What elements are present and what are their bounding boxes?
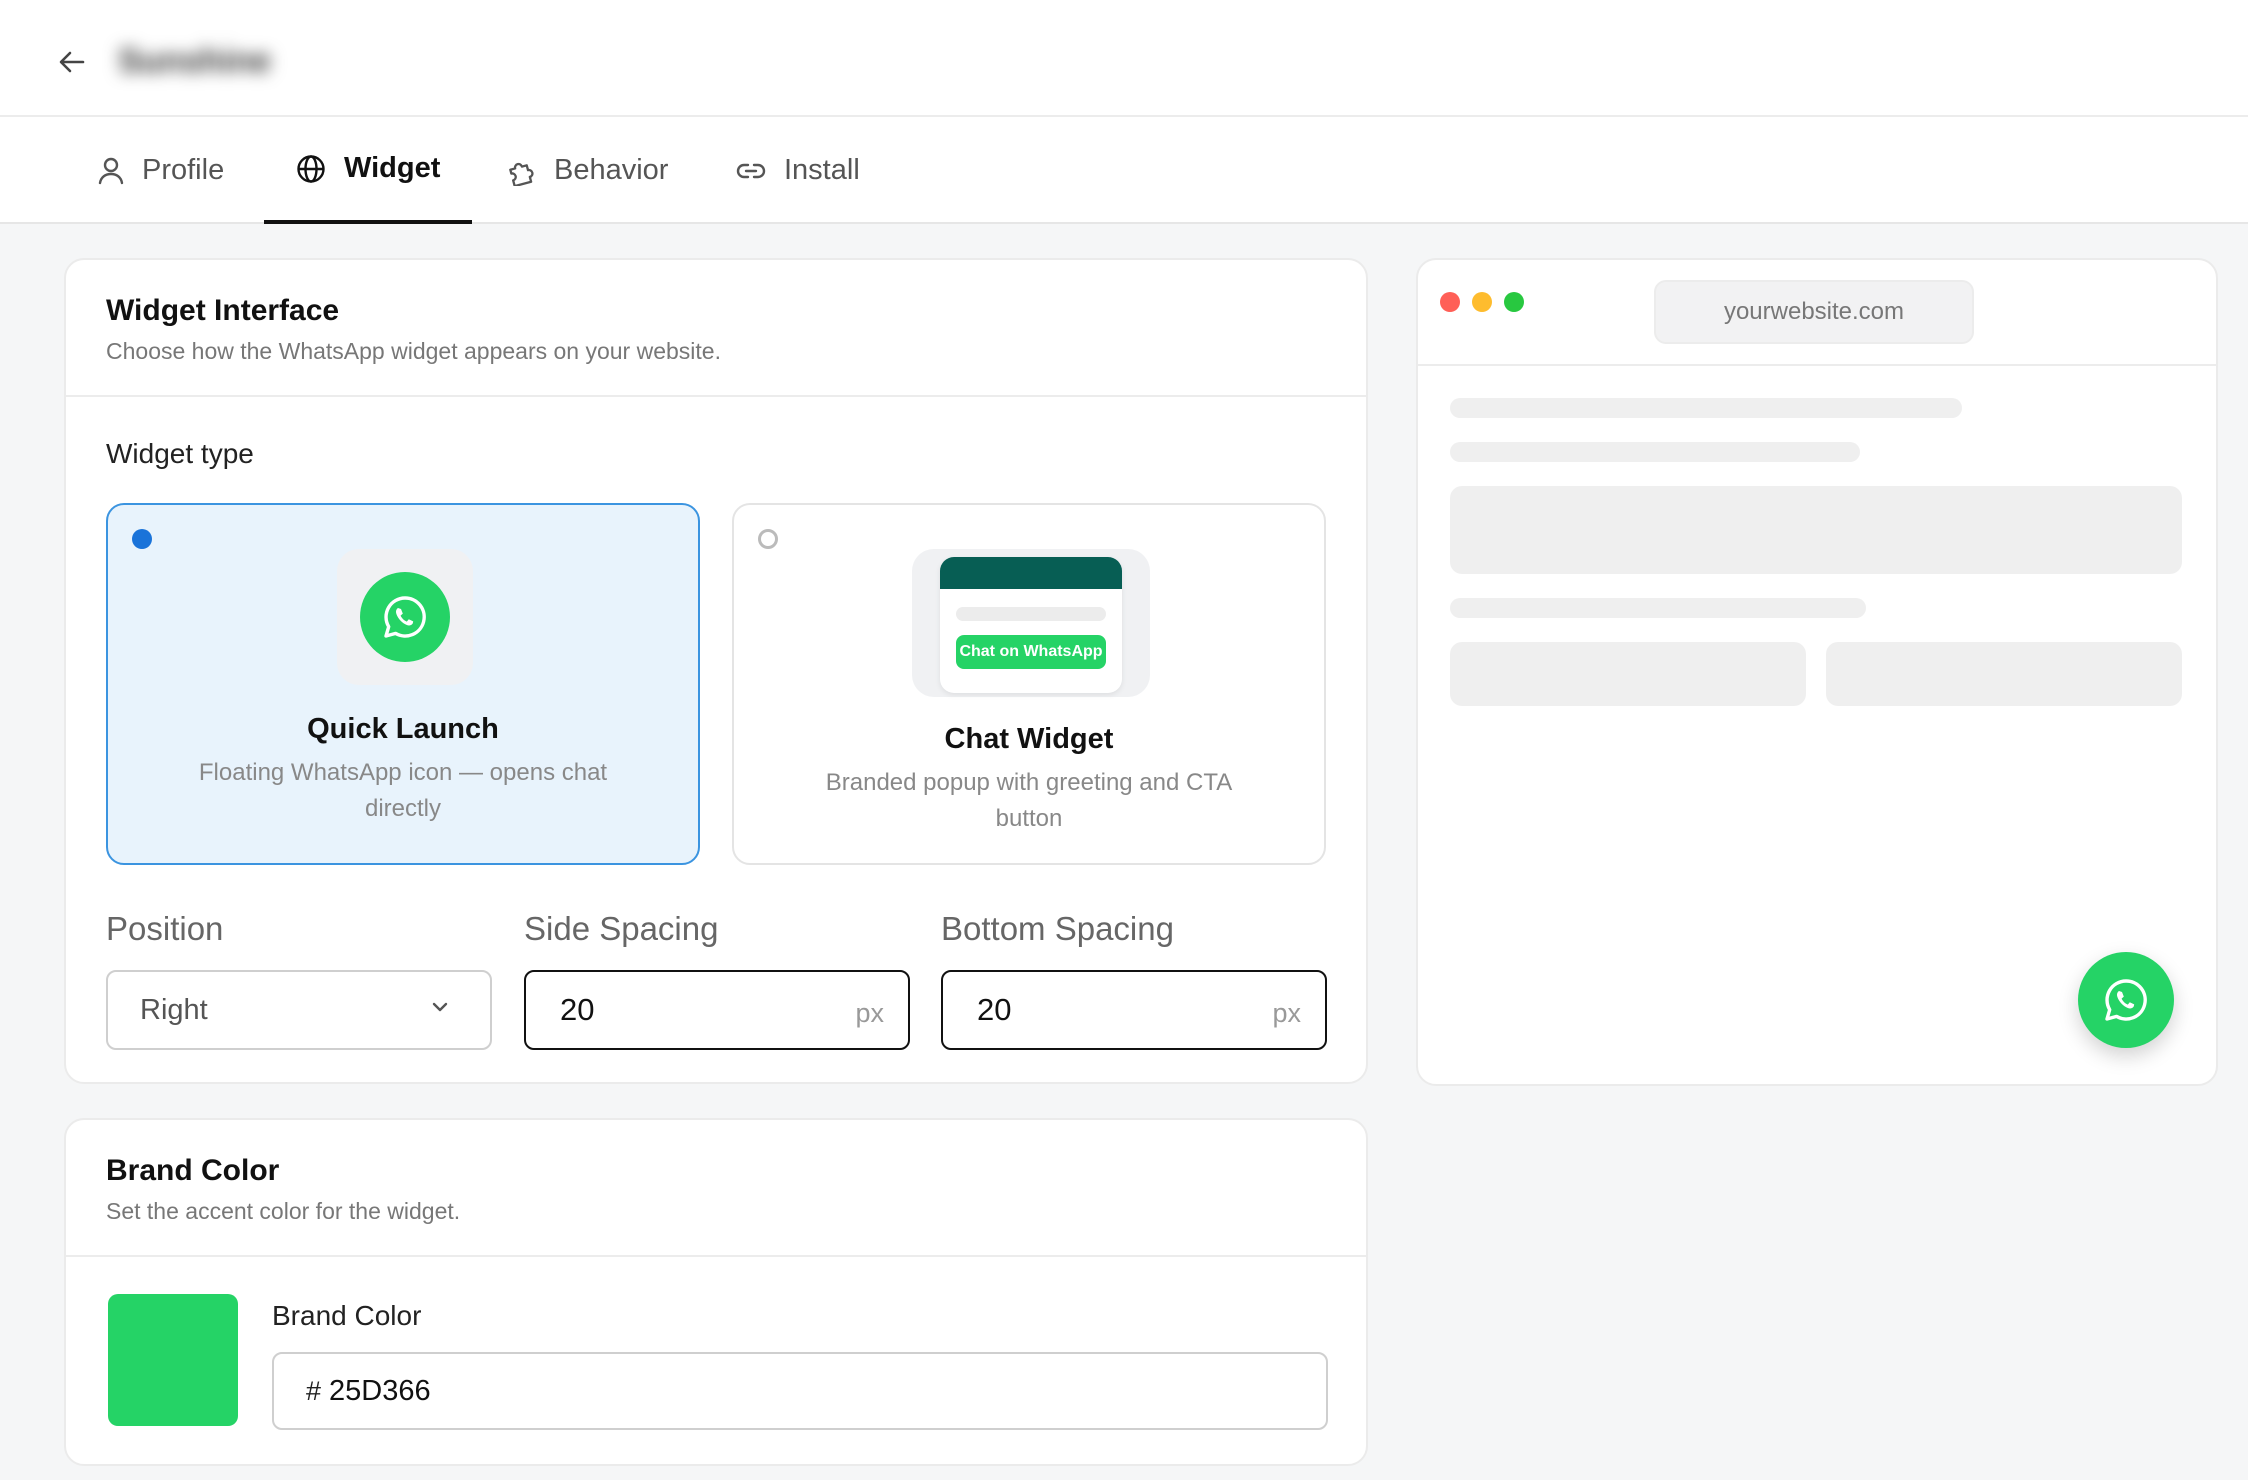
position-label: Position	[106, 910, 224, 947]
skeleton-block	[1826, 642, 2182, 706]
brand-color-card: Brand Color Set the accent color for the…	[64, 1118, 1368, 1466]
bottom-spacing-input[interactable]: 20 px	[941, 970, 1327, 1050]
skeleton-line	[1450, 398, 1962, 418]
card-subtitle: Set the accent color for the widget.	[106, 1198, 461, 1224]
unit-label: px	[855, 998, 884, 1028]
option-title: Chat Widget	[944, 723, 1114, 755]
brand-color-input[interactable]: # 25D366	[272, 1352, 1328, 1430]
position-select[interactable]: Right	[106, 970, 492, 1050]
icon-tile	[337, 549, 473, 685]
app-name: Sunshine	[118, 42, 272, 80]
radio-selected[interactable]	[132, 529, 152, 549]
widget-type-label: Widget type	[106, 438, 254, 469]
whatsapp-icon	[360, 572, 450, 662]
link-icon	[736, 163, 766, 178]
unit-label: px	[1272, 998, 1301, 1028]
tab-profile[interactable]: Profile	[66, 117, 256, 224]
card-subtitle: Choose how the WhatsApp widget appears o…	[106, 338, 721, 364]
minimize-dot	[1472, 292, 1492, 312]
tab-behavior[interactable]: Behavior	[474, 117, 700, 224]
divider	[66, 395, 1366, 397]
tab-label: Install	[784, 154, 860, 186]
chevron-down-icon	[432, 1002, 448, 1012]
skeleton-line	[1450, 442, 1860, 462]
widget-interface-card: Widget Interface Choose how the WhatsApp…	[64, 258, 1368, 1084]
window-controls	[1440, 292, 1524, 312]
popup-cta: Chat on WhatsApp	[956, 635, 1106, 669]
position-value: Right	[140, 993, 208, 1026]
tab-label: Behavior	[554, 154, 669, 186]
brand-color-value: 25D366	[329, 1374, 431, 1407]
color-swatch[interactable]	[108, 1294, 238, 1426]
popup-header	[940, 557, 1122, 589]
card-title: Widget Interface	[106, 294, 340, 327]
skeleton-line	[1450, 598, 1866, 618]
skeleton-block	[1450, 486, 2182, 574]
tab-install[interactable]: Install	[704, 117, 892, 224]
puzzle-icon	[509, 162, 534, 186]
globe-icon	[297, 154, 325, 183]
side-spacing-label: Side Spacing	[524, 910, 719, 947]
radio-unselected[interactable]	[758, 529, 778, 549]
chat-popup-illustration: Chat on WhatsApp	[912, 549, 1150, 697]
user-icon	[98, 157, 124, 184]
option-description: Branded popup with greeting and CTA butt…	[825, 769, 1233, 832]
divider	[66, 1255, 1366, 1257]
skeleton-block	[1450, 642, 1806, 706]
popup-box: Chat on WhatsApp	[940, 557, 1122, 693]
url-bar: yourwebsite.com	[1654, 280, 1974, 344]
arrow-left-icon	[59, 51, 85, 73]
back-button[interactable]	[52, 42, 92, 82]
bottom-spacing-label: Bottom Spacing	[941, 910, 1174, 947]
card-title: Brand Color	[106, 1154, 280, 1187]
whatsapp-fab[interactable]	[2078, 952, 2174, 1048]
quick-launch-option[interactable]: Quick Launch Floating WhatsApp icon — op…	[106, 503, 700, 865]
option-description: Floating WhatsApp icon — opens chat dire…	[198, 759, 608, 822]
top-bar: Sunshine	[0, 0, 2248, 117]
divider	[1418, 364, 2216, 366]
option-title: Quick Launch	[307, 713, 499, 745]
side-spacing-value: 20	[560, 992, 595, 1027]
close-dot	[1440, 292, 1460, 312]
tab-label: Widget	[344, 152, 441, 184]
brand-color-label: Brand Color	[272, 1300, 422, 1331]
hash-prefix: #	[306, 1375, 322, 1406]
tab-label: Profile	[142, 154, 225, 186]
chat-widget-option[interactable]: Chat on WhatsApp Chat Widget Branded pop…	[732, 503, 1326, 865]
whatsapp-icon	[2105, 979, 2147, 1021]
popup-placeholder-line	[956, 607, 1106, 621]
bottom-spacing-value: 20	[977, 992, 1012, 1027]
preview-card: yourwebsite.com	[1416, 258, 2218, 1086]
maximize-dot	[1504, 292, 1524, 312]
side-spacing-input[interactable]: 20 px	[524, 970, 910, 1050]
tab-widget[interactable]: Widget	[264, 117, 472, 224]
tab-bar: Profile Widget Behavior Install	[0, 117, 2248, 224]
